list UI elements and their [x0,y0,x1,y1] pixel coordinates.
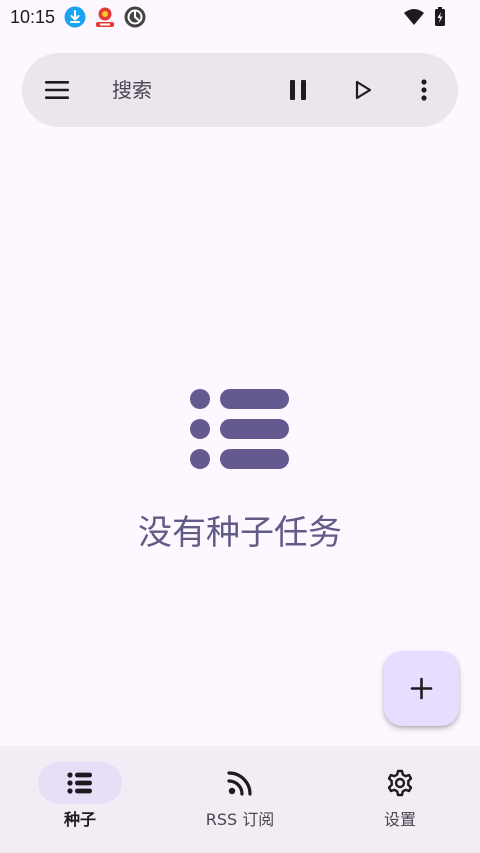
nav-label-torrents: 种子 [63,810,96,829]
wifi-icon [404,9,424,25]
battery-icon [435,7,445,26]
more-vert-icon[interactable] [410,76,438,104]
settings-icon [387,769,413,797]
rss-icon [227,771,252,796]
nav-item-torrents[interactable]: 种子 [0,746,160,853]
data-saver-icon [124,6,146,28]
nav-label-rss: RSS 订阅 [205,810,275,829]
app-notification-icon [96,7,114,27]
add-torrent-button[interactable] [384,651,459,726]
download-icon [64,6,86,28]
nav-label-settings: 设置 [383,810,416,829]
nav-item-settings[interactable]: 设置 [320,746,480,853]
empty-state-message: 没有种子任务 [138,513,342,553]
search-input[interactable]: 搜索 [112,77,152,103]
nav-item-rss[interactable]: RSS 订阅 [160,746,320,853]
bottom-navigation: 种子 RSS 订阅 设置 [0,746,480,853]
play-icon[interactable] [349,76,377,104]
search-bar[interactable]: 搜索 [22,53,458,127]
status-bar: 10:15 [0,0,480,34]
menu-icon[interactable] [44,78,70,102]
add-icon [410,677,433,700]
list-icon [190,389,289,469]
status-time: 10:15 [10,7,56,27]
list-icon [67,772,92,794]
pause-icon[interactable] [284,76,312,104]
